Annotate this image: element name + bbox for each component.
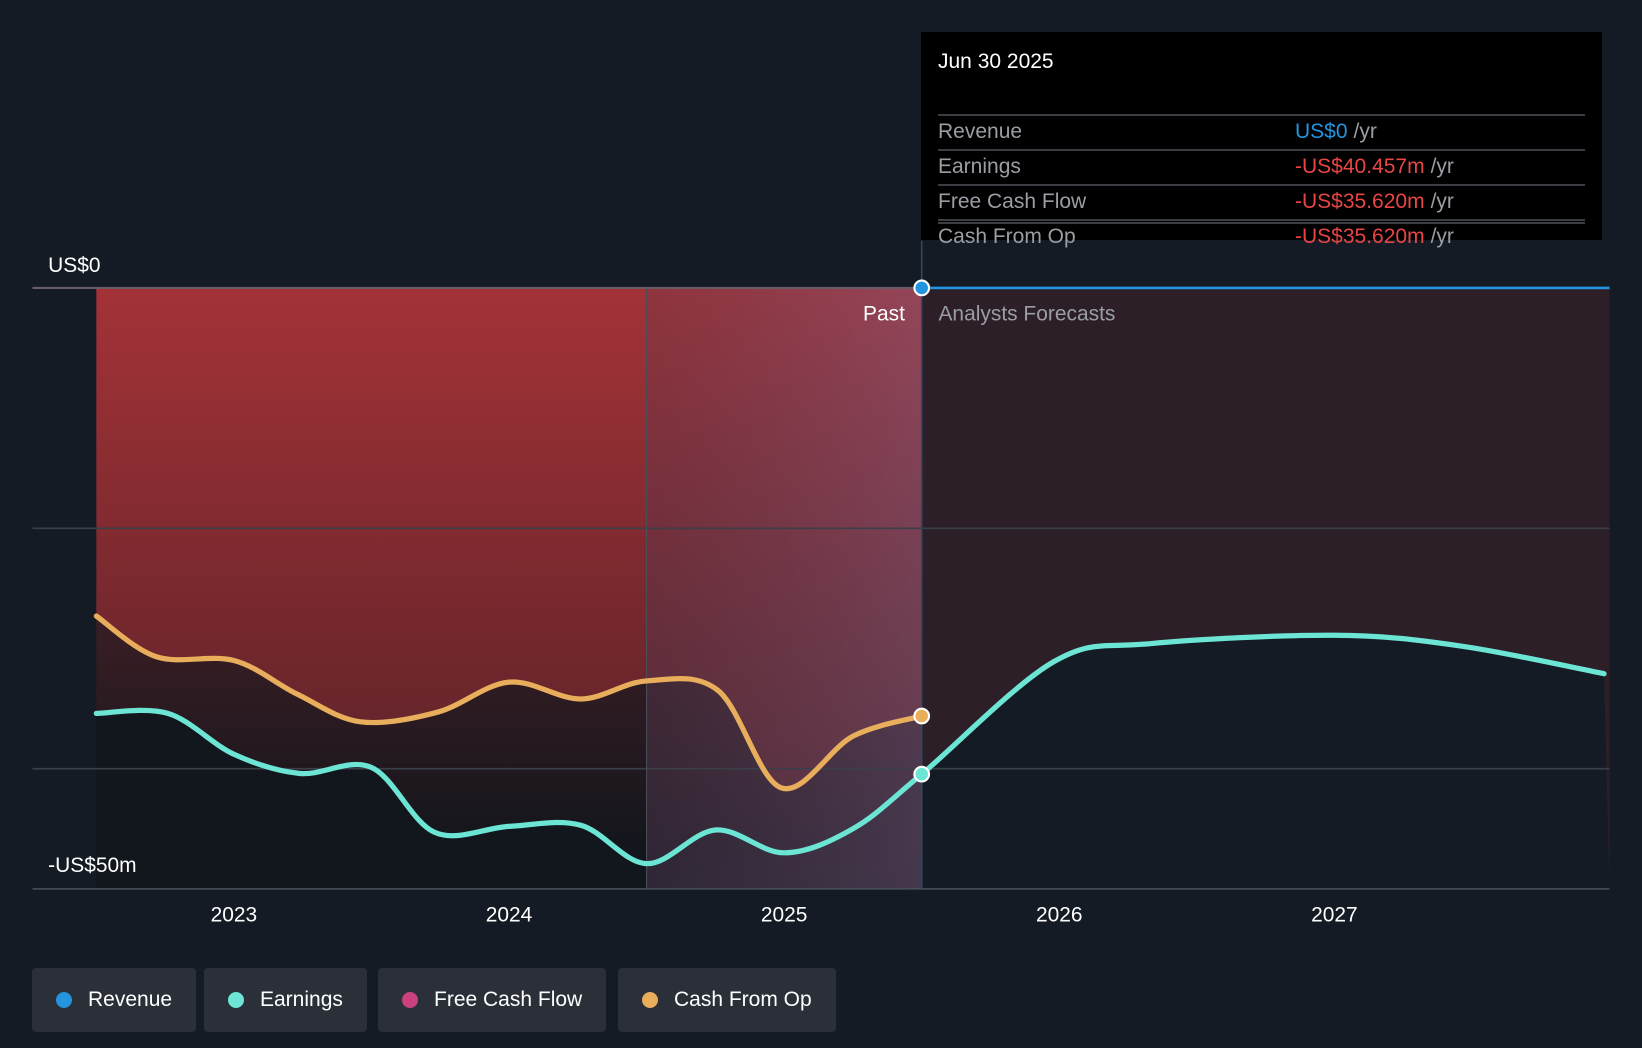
- x-tick-label: 2023: [211, 903, 258, 926]
- legend-item-revenue[interactable]: Revenue: [32, 968, 197, 1032]
- tooltip-label: Revenue: [938, 120, 1023, 143]
- x-tick-label: 2025: [761, 903, 808, 926]
- past-label: Past: [863, 302, 905, 325]
- y-label-bottom: -US$50m: [48, 854, 136, 877]
- tooltip-divider: [938, 222, 1585, 224]
- cash-from-op-marker: [913, 707, 931, 725]
- legend-item-free-cash-flow[interactable]: Free Cash Flow: [378, 968, 607, 1032]
- legend-label: Cash From Op: [674, 988, 812, 1011]
- legend-dot-icon: [402, 992, 418, 1008]
- tooltip-unit: /yr: [1430, 190, 1454, 213]
- tooltip-row: Cash From Op -US$35.620m/yr: [938, 219, 1585, 255]
- tooltip-label: Cash From Op: [938, 225, 1076, 248]
- revenue-marker: [913, 279, 931, 297]
- legend-item-earnings[interactable]: Earnings: [204, 968, 367, 1032]
- tooltip-row: Revenue US$0/yr: [938, 114, 1585, 150]
- legend-label: Revenue: [88, 988, 173, 1011]
- x-tick-label: 2026: [1036, 903, 1083, 926]
- legend-label: Free Cash Flow: [434, 988, 583, 1011]
- y-label-top: US$0: [48, 254, 100, 277]
- tooltip: Jun 30 2025 Revenue US$0/yr Earnings -US$40…: [921, 32, 1602, 248]
- tooltip-date: Jun 30 2025: [938, 50, 1054, 73]
- tooltip-unit: /yr: [1430, 225, 1454, 248]
- tooltip-value: US$0/yr: [1295, 120, 1377, 143]
- legend-dot-icon: [642, 992, 658, 1008]
- tooltip-label: Free Cash Flow: [938, 190, 1087, 213]
- tooltip-label: Earnings: [938, 155, 1021, 178]
- legend-dot-icon: [228, 992, 244, 1008]
- tooltip-row: Free Cash Flow -US$35.620m/yr: [938, 184, 1585, 220]
- x-tick-label: 2027: [1311, 903, 1358, 926]
- x-tick-label: 2024: [486, 903, 533, 926]
- tooltip-unit: /yr: [1353, 120, 1377, 143]
- earnings-marker: [913, 765, 931, 783]
- last-year-highlight-blue: [646, 287, 922, 889]
- legend-label: Earnings: [260, 988, 343, 1011]
- tooltip-row: Earnings -US$40.457m/yr: [938, 149, 1585, 185]
- legend-dot-icon: [56, 992, 72, 1008]
- legend-item-cash-from-op[interactable]: Cash From Op: [618, 968, 836, 1032]
- tooltip-value: -US$40.457m/yr: [1295, 155, 1454, 178]
- tooltip-unit: /yr: [1430, 155, 1454, 178]
- tooltip-value: -US$35.620m/yr: [1295, 225, 1454, 248]
- tooltip-value: -US$35.620m/yr: [1295, 190, 1454, 213]
- forecast-label: Analysts Forecasts: [938, 302, 1115, 325]
